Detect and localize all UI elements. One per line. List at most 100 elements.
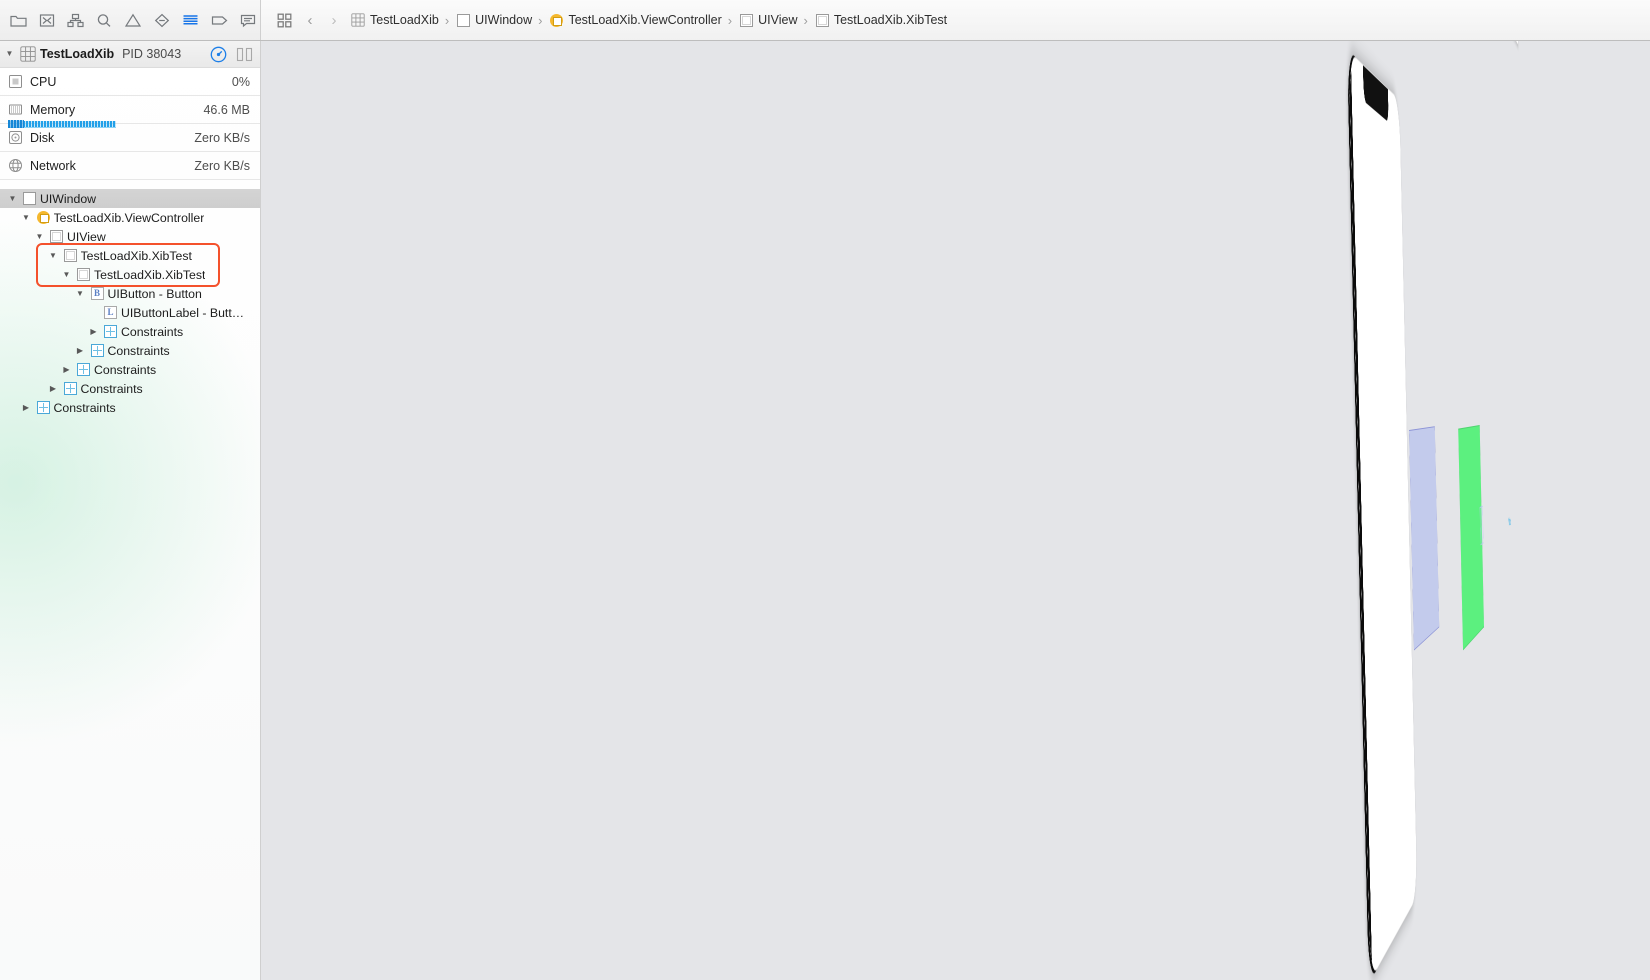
tree-row[interactable]: ▶ Constraints: [0, 360, 260, 379]
symbol-navigator-icon[interactable]: [63, 7, 88, 33]
breadcrumb-label: UIWindow: [475, 13, 533, 27]
disclosure-triangle-icon[interactable]: ▶: [74, 346, 87, 355]
disclosure-triangle-icon[interactable]: ▶: [60, 365, 73, 374]
breadcrumb-item-uiwindow[interactable]: UIWindow: [453, 7, 534, 33]
main-area: ▼ TestLoadXib PID 38043 CPU 0% Memory 46…: [0, 41, 1650, 980]
tree-row-label: Constraints: [80, 381, 143, 396]
tree-row[interactable]: ▼ B UIButton - Button: [0, 284, 260, 303]
breadcrumb-separator: ›: [803, 12, 808, 28]
view-icon: [63, 249, 77, 262]
breadcrumb-label: TestLoadXib: [370, 13, 439, 27]
tree-row-label: Constraints: [53, 400, 116, 415]
tree-row[interactable]: ▼ TestLoadXib.XibTest: [0, 265, 260, 284]
tree-row-label: TestLoadXib.XibTest: [94, 267, 206, 282]
tree-row[interactable]: ▶ Constraints: [0, 398, 260, 417]
find-navigator-icon[interactable]: [92, 7, 117, 33]
tree-row[interactable]: ▼ TestLoadXib.XibTest: [0, 246, 260, 265]
stat-row-network[interactable]: Network Zero KB/s: [0, 152, 260, 180]
breadcrumb-label: TestLoadXib.XibTest: [833, 13, 948, 27]
breadcrumb-label: TestLoadXib.ViewController: [568, 13, 722, 27]
layer-uiview-blue[interactable]: [1409, 426, 1440, 651]
3d-stage: Button TestLoadXib.ViewController: [261, 41, 1650, 980]
disclosure-triangle-icon[interactable]: ▼: [47, 251, 60, 260]
disclosure-triangle-icon[interactable]: ▼: [20, 213, 33, 222]
tree-row[interactable]: ▶ Constraints: [0, 341, 260, 360]
breadcrumb-label: UIView: [758, 13, 798, 27]
tree-row-label: Constraints: [94, 362, 157, 377]
tree-row[interactable]: ▶ Constraints: [0, 379, 260, 398]
disclosure-triangle-icon[interactable]: ▼: [74, 289, 87, 298]
navigator-toolbar: [0, 0, 261, 40]
project-navigator-icon[interactable]: [6, 7, 31, 33]
tree-row-label: UIWindow: [40, 191, 97, 206]
disclosure-triangle-icon[interactable]: ▶: [20, 403, 33, 412]
tree-row[interactable]: ▼ UIWindow: [0, 189, 260, 208]
disclosure-triangle-icon[interactable]: ▼: [6, 194, 19, 203]
test-navigator-icon[interactable]: [149, 7, 174, 33]
breadcrumb-bar: ‹ › TestLoadXib › UIWindow › TestLoadXib…: [261, 0, 1650, 40]
project-icon: [20, 46, 36, 62]
view-icon: [815, 13, 829, 27]
memory-icon: [9, 104, 22, 115]
view-controller-icon: [36, 211, 50, 224]
process-row[interactable]: ▼ TestLoadXib PID 38043: [0, 41, 260, 68]
xcode-view-debugger-window: ‹ › TestLoadXib › UIWindow › TestLoadXib…: [0, 0, 1650, 980]
constraints-icon: [104, 325, 117, 338]
layer-uibutton[interactable]: [1479, 505, 1484, 546]
stat-row-memory[interactable]: Memory 46.6 MB: [0, 96, 260, 128]
disk-icon: [9, 131, 22, 144]
stat-value: 0%: [231, 74, 250, 89]
network-icon: [9, 159, 22, 172]
tree-row[interactable]: ▶ L UIButtonLabel - Butt…: [0, 303, 260, 322]
tree-row[interactable]: ▼ TestLoadXib.ViewController: [0, 208, 260, 227]
breadcrumb-separator: ›: [444, 12, 450, 28]
debug-navigator-icon[interactable]: [178, 7, 203, 33]
stat-row-cpu[interactable]: CPU 0%: [0, 68, 260, 96]
tree-row-label: Constraints: [121, 324, 184, 339]
class-letter-icon: L: [104, 306, 117, 319]
breadcrumb-item-uiview[interactable]: UIView: [736, 7, 799, 33]
disclosure-triangle-icon[interactable]: ▼: [3, 50, 16, 58]
gauge-icon[interactable]: [210, 46, 227, 63]
view-layers-icon[interactable]: [236, 46, 253, 63]
disclosure-triangle-icon[interactable]: ▶: [47, 384, 60, 393]
disclosure-triangle-icon[interactable]: ▼: [60, 270, 73, 279]
constraints-icon: [90, 344, 104, 357]
window-icon: [457, 13, 471, 27]
device-3d-model[interactable]: Button TestLoadXib.ViewController: [1348, 41, 1519, 980]
tree-row[interactable]: ▼ UIView: [0, 227, 260, 246]
disclosure-triangle-icon[interactable]: ▶: [87, 327, 100, 336]
debug-navigator-panel: ▼ TestLoadXib PID 38043 CPU 0% Memory 46…: [0, 41, 261, 980]
stat-value: Zero KB/s: [194, 158, 250, 173]
stat-value: 46.6 MB: [203, 102, 250, 117]
top-bar: ‹ › TestLoadXib › UIWindow › TestLoadXib…: [0, 0, 1650, 41]
constraints-icon: [63, 382, 77, 395]
view-icon: [50, 230, 63, 243]
view-controller-float-label[interactable]: TestLoadXib.ViewController: [1495, 41, 1519, 46]
breadcrumb-separator: ›: [538, 12, 543, 28]
view-debugger-canvas[interactable]: Button TestLoadXib.ViewController: [261, 41, 1650, 980]
view-grid-button[interactable]: [271, 7, 297, 33]
disclosure-triangle-icon[interactable]: ▼: [33, 232, 46, 241]
process-pid: PID 38043: [122, 47, 182, 61]
view-hierarchy-tree[interactable]: ▼ UIWindow ▼ TestLoadXib.ViewController ▼ UIV…: [0, 180, 260, 417]
stat-label: Disk: [30, 130, 55, 145]
stat-row-disk[interactable]: Disk Zero KB/s: [0, 124, 260, 152]
tree-row-label: UIButton - Button: [107, 286, 202, 301]
tree-row-label: Constraints: [107, 343, 170, 358]
constraints-icon: [36, 401, 50, 414]
breadcrumb-back-button[interactable]: ‹: [299, 12, 321, 29]
tree-row[interactable]: ▶ Constraints: [0, 322, 260, 341]
source-control-navigator-icon[interactable]: [35, 7, 60, 33]
device-notch: [1362, 65, 1389, 123]
breadcrumb-item-viewcontroller[interactable]: TestLoadXib.ViewController: [546, 7, 723, 33]
issue-navigator-icon[interactable]: [121, 7, 146, 33]
breadcrumb-item-project[interactable]: TestLoadXib: [347, 7, 441, 33]
view-icon: [740, 13, 754, 27]
breakpoint-navigator-icon[interactable]: [207, 7, 232, 33]
breadcrumb-forward-button[interactable]: ›: [323, 12, 345, 29]
tree-row-label: TestLoadXib.XibTest: [80, 248, 192, 263]
breadcrumb-item-xibtest[interactable]: TestLoadXib.XibTest: [812, 7, 949, 33]
report-navigator-icon[interactable]: [235, 7, 260, 33]
view-icon: [77, 268, 90, 281]
